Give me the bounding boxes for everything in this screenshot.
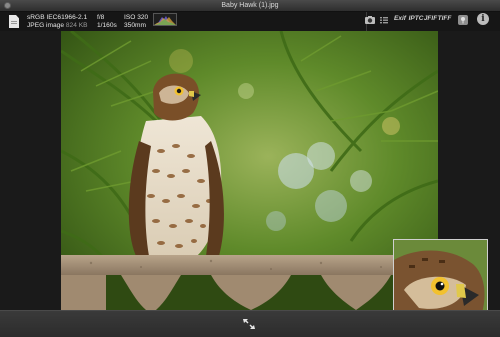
- title-bar[interactable]: Baby Hawk (1).jpg: [0, 0, 500, 12]
- image-viewer-area: [0, 31, 500, 333]
- list-icon[interactable]: [378, 13, 390, 25]
- info-icon[interactable]: i: [477, 13, 489, 25]
- camera-icon[interactable]: [364, 13, 376, 25]
- color-profile-text: sRGB IEC61966-2.1: [27, 14, 88, 21]
- photo-image[interactable]: [61, 31, 438, 310]
- exif-button[interactable]: Exif: [392, 13, 408, 25]
- file-icon: [9, 15, 19, 28]
- file-size-text: 824 KB: [65, 22, 88, 29]
- pin-icon[interactable]: [457, 13, 469, 25]
- shutter-speed: 1/160s: [97, 22, 117, 29]
- file-format-text: JPEG image: [27, 22, 65, 29]
- tiff-button[interactable]: TIFF: [437, 13, 452, 25]
- expand-icon[interactable]: [241, 317, 257, 331]
- aperture: f/8: [97, 14, 105, 21]
- image-viewer-window: Baby Hawk (1).jpg sRGB IEC61966-2.1 JPEG…: [0, 0, 500, 337]
- iso: ISO 320: [124, 14, 149, 21]
- file-type: JPEG image 824 KB: [27, 22, 88, 29]
- color-profile: sRGB IEC61966-2.1: [27, 14, 87, 21]
- iptc-button[interactable]: IPTC: [408, 13, 424, 25]
- window-title: Baby Hawk (1).jpg: [221, 2, 279, 9]
- focal-length: 350mm: [124, 22, 146, 29]
- histogram-icon[interactable]: [153, 13, 177, 26]
- jfif-button[interactable]: JFIF: [423, 13, 438, 25]
- bottom-bar: [0, 310, 500, 337]
